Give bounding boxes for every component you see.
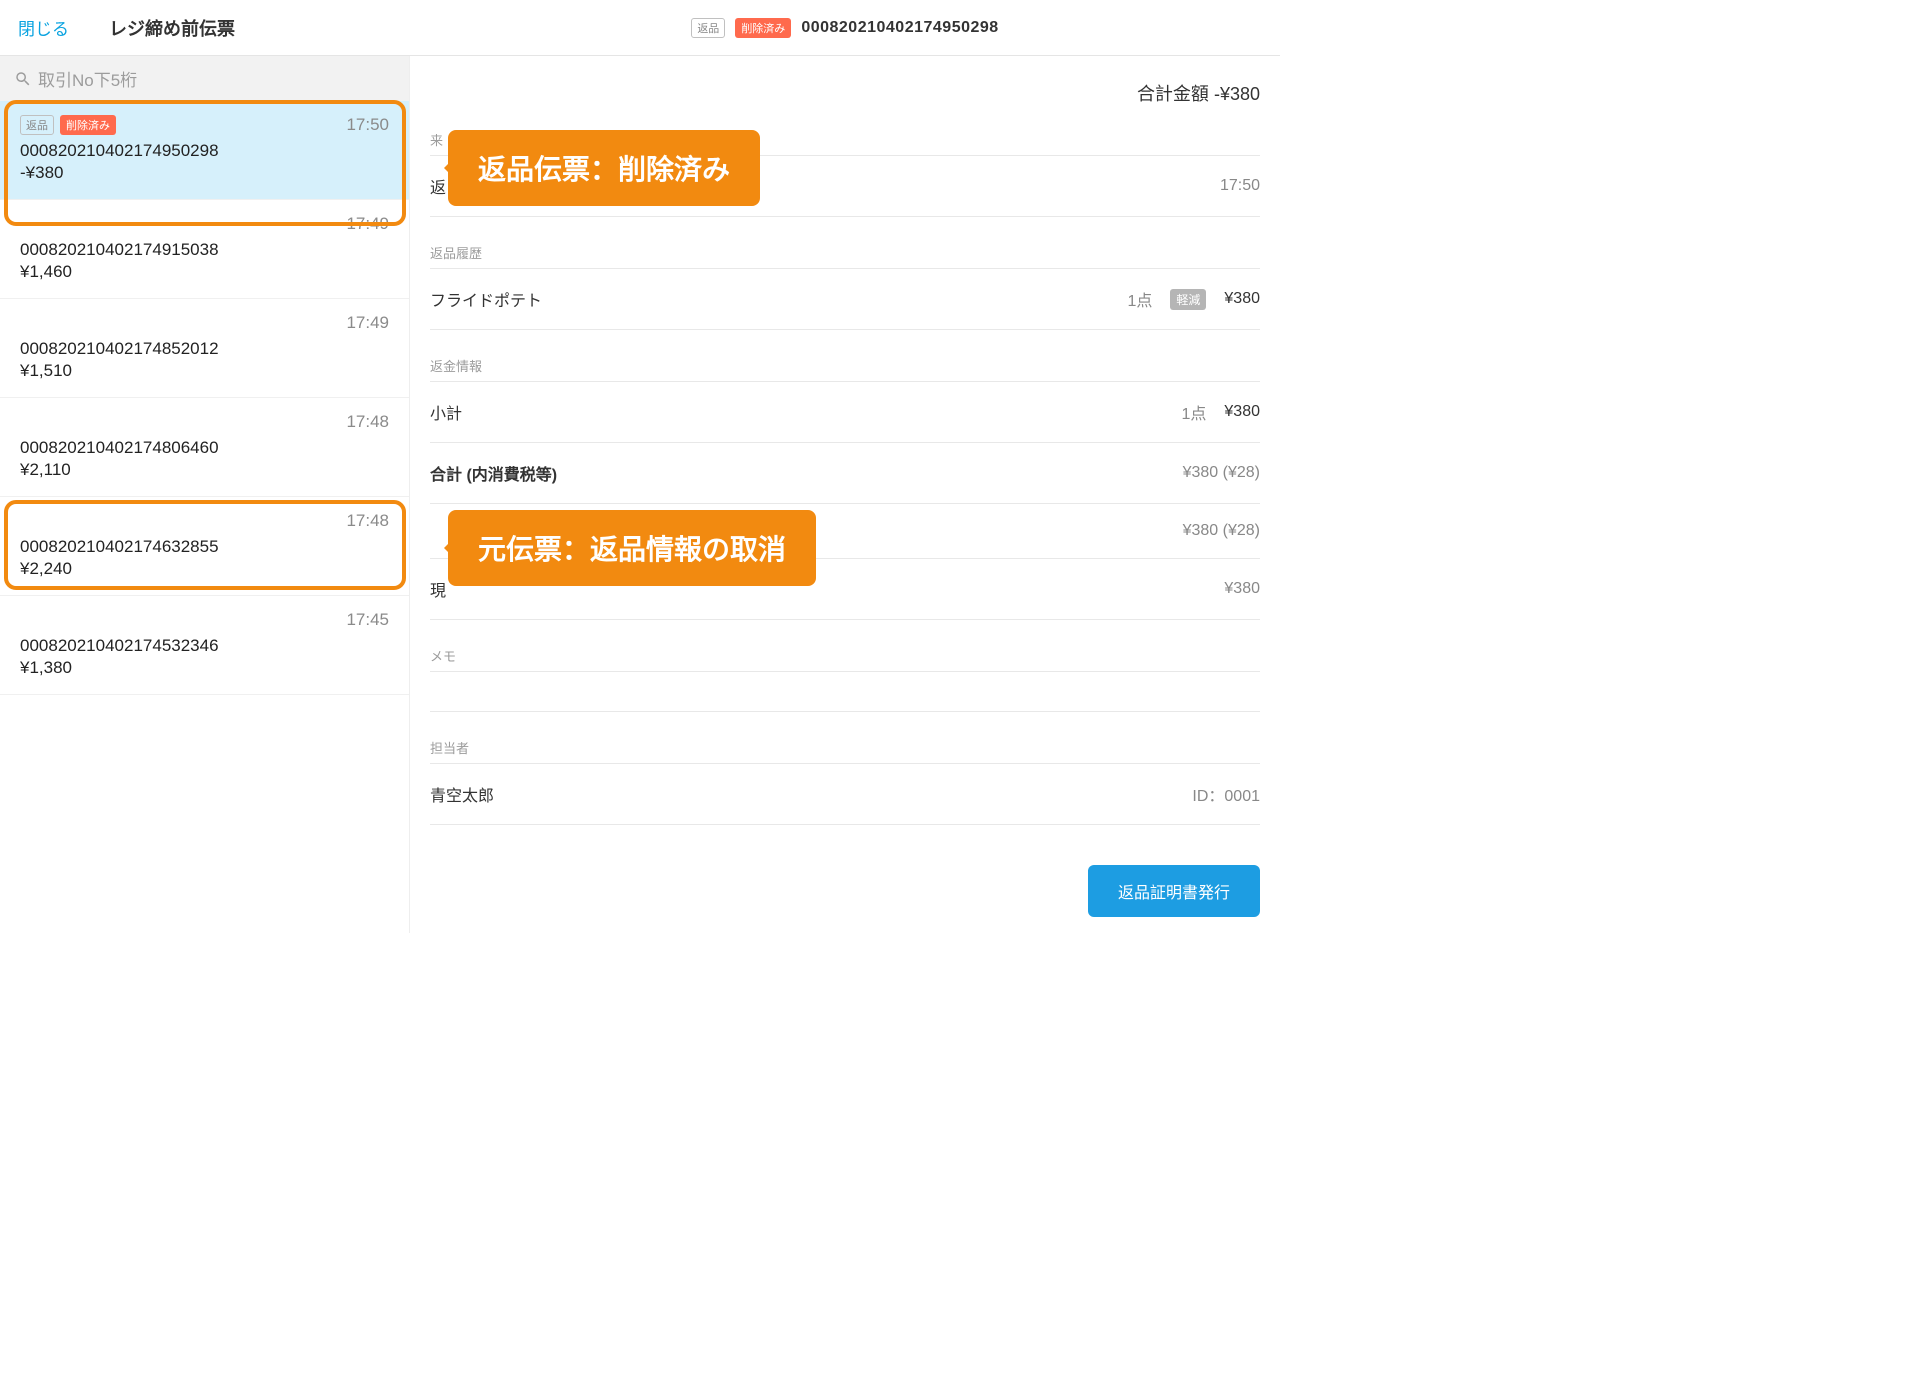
transaction-item[interactable]: 17:48 000820210402174806460¥2,110 <box>0 398 409 497</box>
search-icon <box>14 70 32 88</box>
transaction-id: 000820210402174632855 <box>20 537 389 557</box>
transaction-id: 000820210402174532346 <box>20 636 389 656</box>
transaction-item[interactable]: 17:49 000820210402174852012¥1,510 <box>0 299 409 398</box>
return-badge: 返品 <box>691 18 725 38</box>
transaction-id: 000820210402174852012 <box>20 339 389 359</box>
subtotal-row: 小計 1点¥380 <box>430 382 1260 443</box>
transaction-time: 17:48 <box>346 412 389 432</box>
sidebar: 取引No下5桁 返品削除済み 17:50 000820210402174950298… <box>0 56 410 933</box>
transaction-list: 返品削除済み 17:50 000820210402174950298-¥380 17:… <box>0 101 409 933</box>
transaction-id: 000820210402174950298 <box>20 141 389 161</box>
transaction-amount: ¥2,110 <box>20 460 389 480</box>
deleted-badge: 削除済み <box>60 115 116 135</box>
transaction-item[interactable]: 17:45 000820210402174532346¥1,380 <box>0 596 409 695</box>
transaction-amount: ¥1,380 <box>20 658 389 678</box>
grand-total-row: 合計 (内消費税等) ¥380 (¥28) <box>430 443 1260 504</box>
topbar: 閉じる レジ締め前伝票 返品 削除済み 00082021040217495029… <box>0 0 1280 56</box>
return-badge: 返品 <box>20 115 54 135</box>
transaction-id: 000820210402174806460 <box>20 438 389 458</box>
transaction-item[interactable]: 17:49 000820210402174915038¥1,460 <box>0 200 409 299</box>
transaction-amount: ¥1,460 <box>20 262 389 282</box>
transaction-time: 17:49 <box>346 313 389 333</box>
transaction-id: 000820210402174915038 <box>20 240 389 260</box>
issue-return-cert-button[interactable]: 返品証明書発行 <box>1088 865 1260 917</box>
page-title: レジ締め前伝票 <box>109 15 235 41</box>
transaction-amount: ¥2,240 <box>20 559 389 579</box>
staff-row: 青空太郎 ID：0001 <box>430 764 1260 825</box>
transaction-time: 17:49 <box>346 214 389 234</box>
search-placeholder: 取引No下5桁 <box>38 66 137 91</box>
total-row: 合計金額 -¥380 <box>430 56 1260 124</box>
deleted-badge: 削除済み <box>735 18 791 38</box>
close-button[interactable]: 閉じる <box>18 15 69 40</box>
callout-return-deleted: 返品伝票：削除済み <box>448 130 760 206</box>
tax-reduced-badge: 軽減 <box>1170 289 1206 310</box>
callout-original-cancel: 元伝票：返品情報の取消 <box>448 510 816 586</box>
staff-label: 担当者 <box>430 732 1260 764</box>
memo-field[interactable] <box>430 672 1260 712</box>
transaction-amount: -¥380 <box>20 163 389 183</box>
header-transaction-id: 000820210402174950298 <box>801 19 998 37</box>
transaction-amount: ¥1,510 <box>20 361 389 381</box>
transaction-time: 17:48 <box>346 511 389 531</box>
search-input[interactable]: 取引No下5桁 <box>0 56 409 101</box>
return-history-label: 返品履歴 <box>430 237 1260 269</box>
refund-info-label: 返金情報 <box>430 350 1260 382</box>
transaction-time: 17:50 <box>346 115 389 135</box>
transaction-item[interactable]: 17:48 000820210402174632855¥2,240 <box>0 497 409 596</box>
memo-label: メモ <box>430 640 1260 672</box>
transaction-time: 17:45 <box>346 610 389 630</box>
transaction-item[interactable]: 返品削除済み 17:50 000820210402174950298-¥380 <box>0 101 409 200</box>
item-row: フライドポテト 1点 軽減 ¥380 <box>430 269 1260 330</box>
